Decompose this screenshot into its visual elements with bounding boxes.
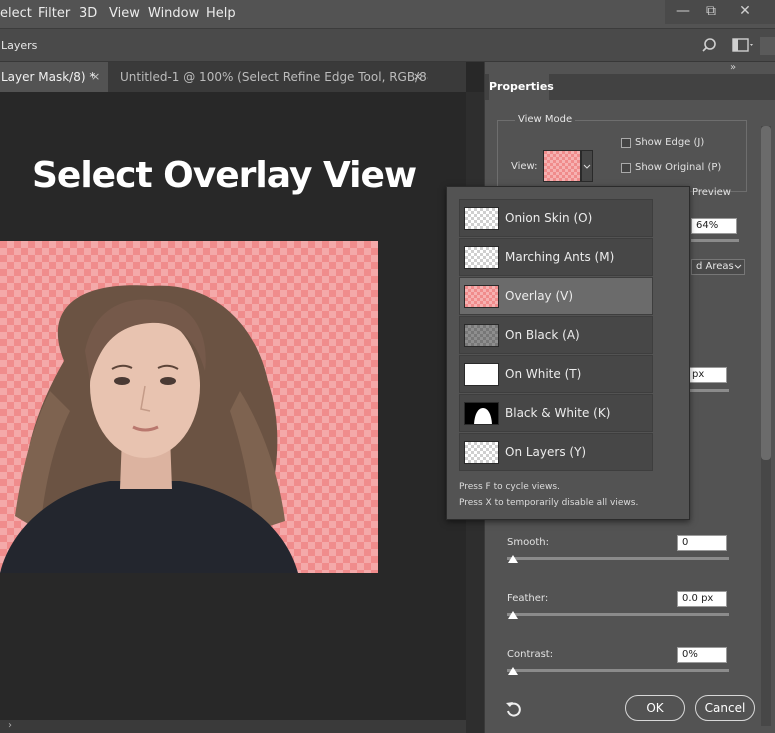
close-window-icon[interactable]: ✕ [729,0,761,24]
feather-slider-thumb[interactable] [508,611,518,619]
window-controls: — ⧉ ✕ [665,0,775,24]
show-edge-label: Show Edge (J) [635,137,705,148]
preview-label: Preview [692,187,731,198]
tab-label: Untitled-1 @ 100% (Select Refine Edge To… [120,70,428,84]
chevron-down-icon [734,264,742,269]
smooth-slider-thumb[interactable] [508,555,518,563]
smooth-slider[interactable] [507,557,729,560]
tab-properties[interactable]: Properties [489,74,554,100]
disable-views-hint: Press X to temporarily disable all views… [459,498,639,508]
view-option-label: On Layers (Y) [505,445,587,459]
feather-label: Feather: [507,593,549,604]
overlay-thumbnail [464,285,499,308]
partial-select-value: d Areas [696,261,734,272]
smooth-field[interactable]: 0 [677,535,727,551]
view-option-on-white[interactable]: On White (T) [459,355,653,393]
view-option-label: Overlay (V) [505,289,574,303]
scroll-right-arrow-icon[interactable]: › [8,720,12,731]
view-option-label: Marching Ants (M) [505,250,615,264]
contrast-slider[interactable] [507,669,729,672]
restore-icon[interactable]: ⧉ [695,0,727,24]
properties-scroll-thumb[interactable] [761,126,771,460]
view-option-label: On White (T) [505,367,582,381]
document-tabbar: Layer Mask/8) * × Untitled-1 @ 100% (Sel… [0,62,466,92]
view-option-on-black[interactable]: On Black (A) [459,316,653,354]
options-bar: Layers [0,28,775,62]
search-icon[interactable] [702,37,720,55]
radius-field[interactable]: px [687,367,727,383]
view-option-label: Onion Skin (O) [505,211,593,225]
on-white-thumbnail [464,363,499,386]
view-option-black-white[interactable]: Black & White (K) [459,394,653,432]
contrast-slider-thumb[interactable] [508,667,518,675]
cancel-button[interactable]: Cancel [695,695,755,721]
document-image[interactable] [0,241,378,573]
chevron-down-icon [583,164,591,169]
options-scroll-icon[interactable] [760,37,775,55]
marching-ants-thumbnail [464,246,499,269]
view-option-onion-skin[interactable]: Onion Skin (O) [459,199,653,237]
smooth-label: Smooth: [507,537,549,548]
show-edge-checkbox[interactable] [621,138,631,148]
view-option-marching-ants[interactable]: Marching Ants (M) [459,238,653,276]
horizontal-scrollbar[interactable]: › [0,720,466,733]
opacity-slider[interactable] [691,239,739,242]
show-original-checkbox[interactable] [621,163,631,173]
portrait-photo [0,285,298,573]
view-mode-thumbnail[interactable] [543,150,581,182]
show-original-label: Show Original (P) [635,162,722,173]
contrast-field[interactable]: 0% [677,647,727,663]
contrast-label: Contrast: [507,649,554,660]
menu-view[interactable]: View [109,6,140,21]
view-label: View: [511,161,538,172]
menu-3d[interactable]: 3D [79,6,97,21]
view-mode-label: View Mode [515,114,576,125]
view-option-on-layers[interactable]: On Layers (Y) [459,433,653,471]
feather-slider[interactable] [507,613,729,616]
menu-filter[interactable]: Filter [38,6,70,21]
document-tab[interactable]: Untitled-1 @ 100% (Select Refine Edge To… [108,62,428,92]
black-white-thumbnail [464,402,499,425]
tutorial-heading: Select Overlay View [32,155,417,196]
reset-icon[interactable] [505,700,523,718]
menu-select[interactable]: elect [0,6,32,21]
menu-help[interactable]: Help [206,6,236,21]
options-bar-label: Layers [1,39,38,52]
properties-tabbar: Properties [485,74,775,100]
workspace-icon[interactable] [732,38,754,54]
menu-window[interactable]: Window [148,6,199,21]
cycle-views-hint: Press F to cycle views. [459,482,560,492]
view-mode-group [497,120,747,192]
document-tab-active[interactable]: Layer Mask/8) * × [0,62,108,92]
collapse-panel-icon[interactable]: » [730,62,736,73]
tab-close-icon[interactable]: × [91,62,100,92]
tab-label: Layer Mask/8) * [1,70,96,84]
onion-skin-thumbnail [464,207,499,230]
tab-close-icon[interactable]: × [413,62,422,92]
menu-bar: elect Filter 3D View Window Help — ⧉ ✕ [0,0,775,28]
feather-field[interactable]: 0.0 px [677,591,727,607]
view-option-label: On Black (A) [505,328,580,342]
partial-select-dropdown[interactable]: d Areas [691,259,745,275]
on-layers-thumbnail [464,441,499,464]
opacity-field[interactable]: 64% [691,218,737,234]
view-option-label: Black & White (K) [505,406,611,420]
view-option-overlay[interactable]: Overlay (V) [459,277,653,315]
radius-slider[interactable] [687,389,729,392]
ok-button[interactable]: OK [625,695,685,721]
on-black-thumbnail [464,324,499,347]
view-mode-menu: Onion Skin (O) Marching Ants (M) Overlay… [446,186,690,520]
view-mode-dropdown-toggle[interactable] [581,150,593,182]
